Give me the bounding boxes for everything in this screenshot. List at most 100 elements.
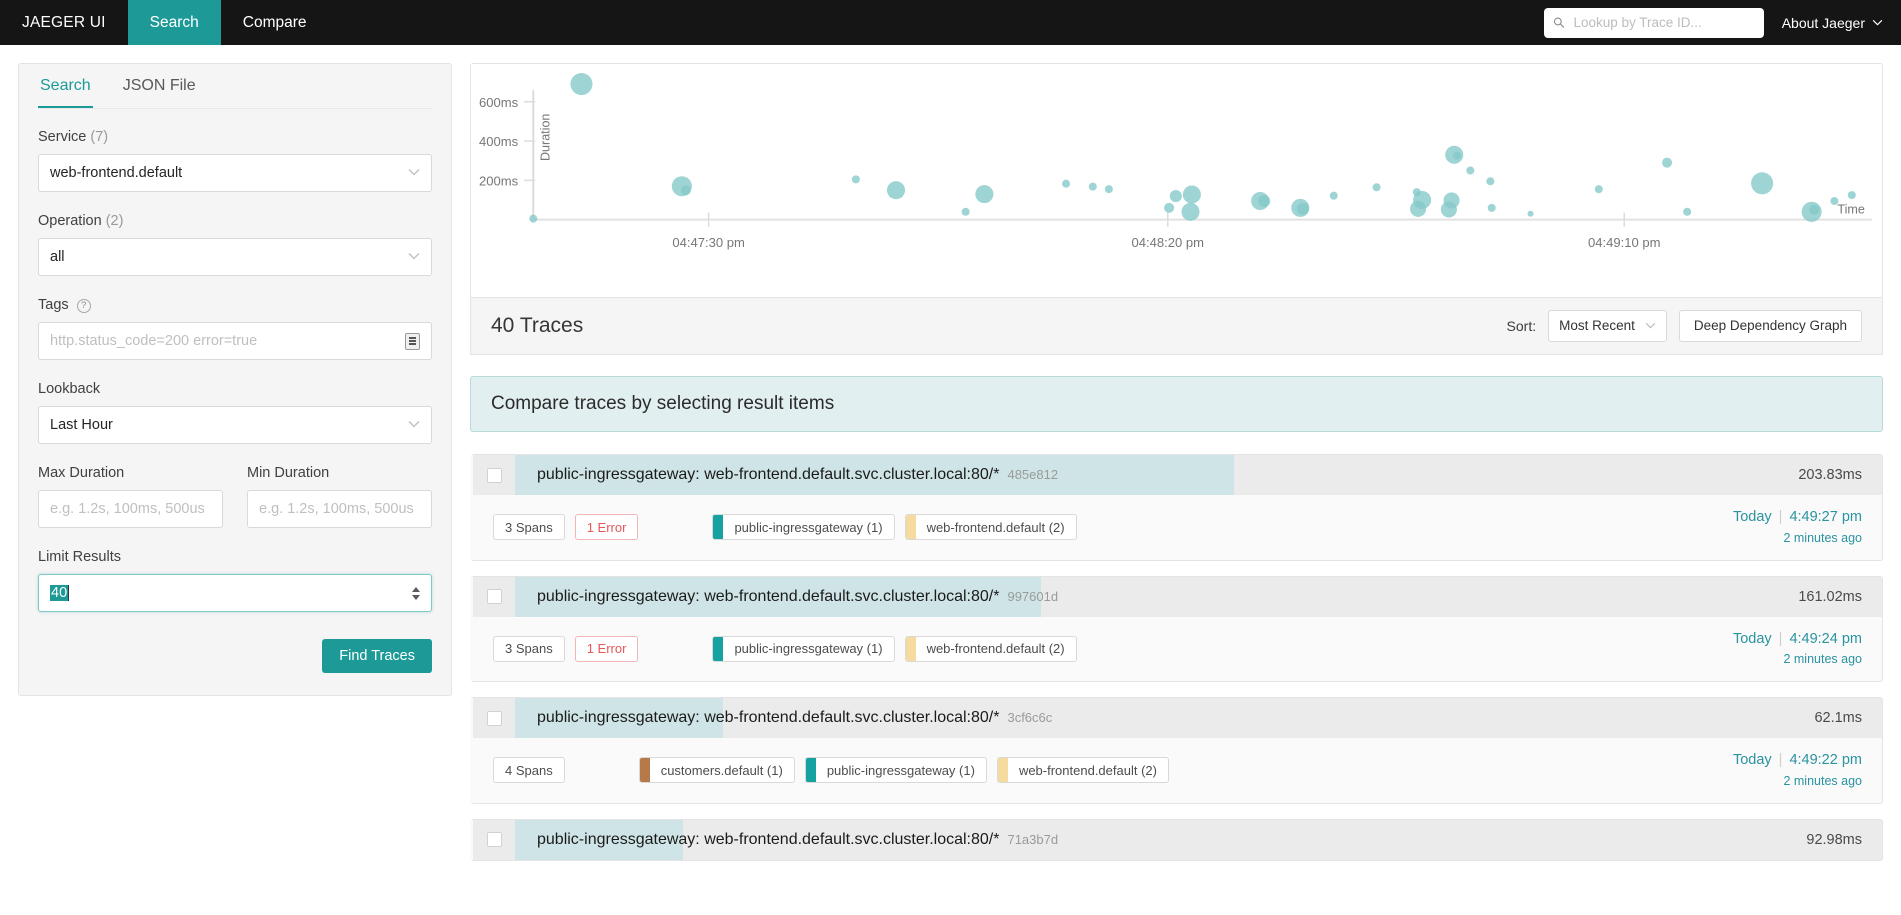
trace-row-header[interactable]: public-ingressgateway: web-frontend.defa… — [473, 819, 1882, 860]
scatter-point[interactable] — [1487, 203, 1496, 212]
trace-name-zone[interactable]: public-ingressgateway: web-frontend.defa… — [515, 576, 1798, 617]
limit-results-stepper[interactable]: 40 — [38, 574, 432, 612]
deep-dependency-graph-button[interactable]: Deep Dependency Graph — [1678, 309, 1862, 342]
trace-select-checkbox[interactable] — [486, 467, 502, 483]
trace-duration: 203.83ms — [1798, 467, 1862, 483]
trace-name[interactable]: public-ingressgateway: web-frontend.defa… — [515, 709, 1052, 727]
scatter-plot-svg[interactable]: 200ms 400ms 600ms Duration 04:47:30 pm 04:48:… — [471, 64, 1882, 298]
scatter-point[interactable] — [1830, 196, 1839, 206]
scatter-point[interactable] — [680, 185, 691, 196]
trace-result-row[interactable]: public-ingressgateway: web-frontend.defa… — [470, 697, 1883, 804]
tags-input[interactable]: http.status_code=200 error=true — [38, 322, 432, 360]
trace-select-checkbox-wrap[interactable] — [473, 698, 515, 738]
scatter-point[interactable] — [851, 175, 860, 184]
min-duration-field: Min Duration e.g. 1.2s, 100ms, 500us — [247, 465, 432, 528]
scatter-point[interactable] — [975, 185, 994, 204]
trace-select-checkbox[interactable] — [486, 589, 502, 604]
tab-json-file[interactable]: JSON File — [121, 64, 198, 108]
trace-relative-time: 2 minutes ago — [1783, 773, 1862, 788]
trace-result-row[interactable]: public-ingressgateway: web-frontend.defa… — [470, 575, 1883, 682]
lookback-label: Lookback — [38, 381, 101, 397]
scatter-point[interactable] — [1062, 179, 1071, 188]
scatter-point[interactable] — [1594, 185, 1603, 194]
scatter-point[interactable] — [1088, 182, 1097, 191]
app-logo[interactable]: JAEGER UI — [0, 0, 128, 45]
operation-label-text: Operation — [38, 213, 102, 229]
trace-name[interactable]: public-ingressgateway: web-frontend.defa… — [515, 831, 1058, 849]
operation-select[interactable]: all — [38, 238, 432, 276]
scatter-point[interactable] — [1847, 191, 1856, 200]
scatter-point[interactable] — [1410, 200, 1427, 217]
scatter-point[interactable] — [1662, 157, 1673, 168]
scatter-point[interactable] — [1258, 194, 1271, 208]
nav-item-search[interactable]: Search — [127, 0, 221, 45]
trace-row-body: 4 Spans customers.default (1) public-ingre… — [473, 738, 1882, 803]
scatter-point[interactable] — [1466, 166, 1475, 175]
find-traces-row: Find Traces — [38, 639, 432, 673]
scatter-point[interactable] — [1527, 210, 1534, 217]
trace-id-input[interactable] — [1571, 14, 1755, 31]
stepper-arrows-icon[interactable] — [412, 586, 420, 600]
trace-row-header[interactable]: public-ingressgateway: web-frontend.defa… — [473, 455, 1882, 495]
text-caret — [68, 585, 70, 601]
service-badge: web-frontend.default (2) — [996, 757, 1169, 784]
scatter-point[interactable] — [886, 181, 906, 200]
trace-name-zone[interactable]: public-ingressgateway: web-frontend.defa… — [515, 455, 1798, 495]
sort-value: Most Recent — [1559, 318, 1635, 333]
scatter-point[interactable] — [1809, 204, 1820, 215]
scatter-point[interactable] — [1440, 201, 1457, 218]
trace-time: 4:49:27 pm — [1789, 509, 1862, 525]
svg-text:Duration: Duration — [538, 114, 552, 161]
about-jaeger-menu[interactable]: About Jaeger — [1782, 15, 1883, 31]
sort-select[interactable]: Most Recent — [1548, 309, 1667, 342]
scatter-point[interactable] — [529, 214, 538, 223]
service-select[interactable]: web-frontend.default — [38, 154, 432, 192]
service-badge-label: public-ingressgateway (1) — [826, 762, 975, 778]
trace-name-zone[interactable]: public-ingressgateway: web-frontend.defa… — [515, 698, 1814, 738]
trace-id-lookup[interactable] — [1543, 7, 1764, 38]
service-color-swatch — [905, 636, 916, 661]
trace-select-checkbox-wrap[interactable] — [473, 577, 515, 617]
tab-search[interactable]: Search — [38, 64, 93, 108]
scatter-point[interactable] — [1372, 183, 1381, 192]
span-count-badge: 3 Spans — [493, 514, 565, 541]
scatter-point[interactable] — [1751, 172, 1774, 195]
chevron-down-icon — [1872, 19, 1883, 26]
trace-duration: 161.02ms — [1798, 588, 1862, 605]
trace-result-row[interactable]: public-ingressgateway: web-frontend.defa… — [470, 454, 1883, 561]
lookback-select[interactable]: Last Hour — [38, 406, 432, 444]
scatter-point[interactable] — [1182, 185, 1201, 204]
scatter-point[interactable] — [1104, 185, 1113, 194]
scatter-point[interactable] — [1181, 202, 1200, 221]
trace-select-checkbox-wrap[interactable] — [473, 820, 515, 860]
trace-scatter-chart[interactable]: 200ms 400ms 600ms Duration 04:47:30 pm 04:48:… — [470, 63, 1883, 298]
search-icon — [1553, 17, 1564, 28]
scatter-point[interactable] — [1329, 191, 1338, 200]
scatter-point[interactable] — [1452, 151, 1461, 160]
trace-row-header[interactable]: public-ingressgateway: web-frontend.defa… — [473, 698, 1882, 738]
scatter-point[interactable] — [1164, 202, 1175, 213]
trace-select-checkbox[interactable] — [486, 710, 502, 726]
trace-select-checkbox[interactable] — [486, 832, 502, 847]
trace-name-zone[interactable]: public-ingressgateway: web-frontend.defa… — [515, 819, 1806, 860]
scatter-point[interactable] — [1169, 190, 1182, 203]
trace-row-header[interactable]: public-ingressgateway: web-frontend.defa… — [473, 576, 1882, 617]
scatter-point[interactable] — [961, 207, 970, 216]
scatter-point[interactable] — [1683, 207, 1692, 216]
trace-result-row[interactable]: public-ingressgateway: web-frontend.defa… — [470, 818, 1883, 861]
trace-name[interactable]: public-ingressgateway: web-frontend.defa… — [515, 466, 1058, 484]
trace-name[interactable]: public-ingressgateway: web-frontend.defa… — [515, 588, 1058, 606]
timestamp-separator: | — [1778, 509, 1783, 525]
scatter-point[interactable] — [1486, 177, 1495, 186]
trace-select-checkbox-wrap[interactable] — [473, 455, 515, 495]
scatter-point[interactable] — [1296, 202, 1309, 215]
max-duration-input[interactable]: e.g. 1.2s, 100ms, 500us — [38, 490, 223, 528]
scatter-point[interactable] — [570, 72, 593, 96]
find-traces-button[interactable]: Find Traces — [322, 639, 432, 673]
service-badge: web-frontend.default (2) — [904, 635, 1077, 662]
tags-editor-icon[interactable] — [405, 332, 420, 350]
min-duration-input[interactable]: e.g. 1.2s, 100ms, 500us — [247, 490, 432, 528]
help-icon[interactable]: ? — [76, 298, 91, 313]
min-duration-label: Min Duration — [247, 465, 330, 481]
nav-item-compare[interactable]: Compare — [221, 0, 329, 45]
